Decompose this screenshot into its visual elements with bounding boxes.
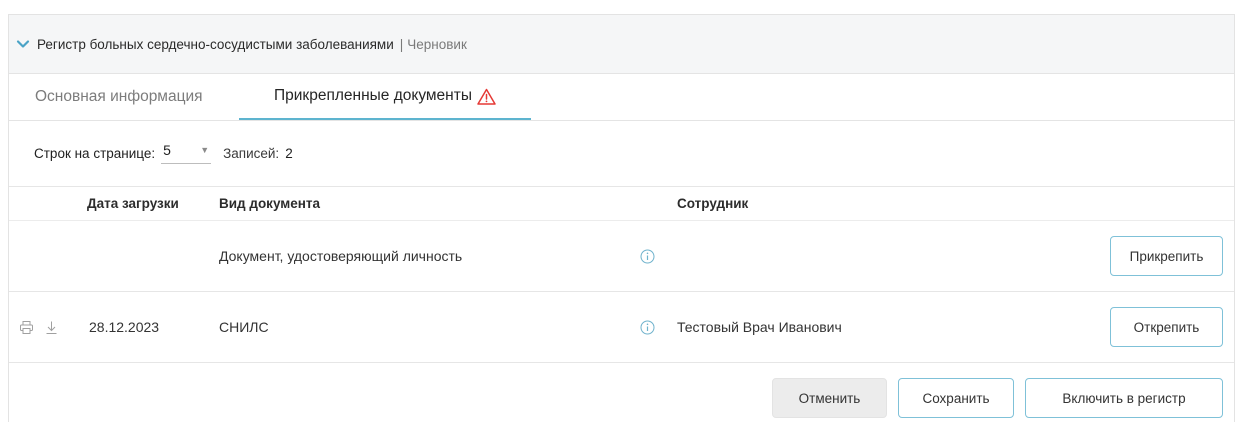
detach-button[interactable]: Открепить: [1110, 307, 1223, 347]
cell-doc-type: Документ, удостоверяющий личность: [219, 248, 463, 264]
attach-button[interactable]: Прикрепить: [1110, 236, 1223, 276]
register-panel: Регистр больных сердечно-сосудистыми заб…: [8, 14, 1235, 422]
dropdown-arrow-icon: ▼: [200, 145, 210, 155]
cell-date: 28.12.2023: [89, 319, 160, 335]
tab-attached-documents[interactable]: Прикрепленные документы: [239, 74, 531, 120]
info-icon[interactable]: [640, 292, 655, 362]
records-label: Записей:: [223, 145, 280, 161]
column-header-employee: Сотрудник: [677, 196, 749, 211]
title-separator: |: [399, 36, 404, 52]
cell-employee: Тестовый Врач Иванович: [677, 319, 842, 335]
tab-main-info[interactable]: Основная информация: [35, 74, 203, 120]
chevron-down-icon[interactable]: [15, 36, 31, 52]
cell-doc-type: СНИЛС: [219, 319, 269, 335]
records-count: 2: [285, 145, 293, 161]
include-in-register-button[interactable]: Включить в регистр: [1025, 378, 1223, 418]
documents-table: Дата загрузки Вид документа Сотрудник До…: [9, 186, 1234, 363]
save-button[interactable]: Сохранить: [898, 378, 1014, 418]
tab-label: Основная информация: [35, 88, 203, 105]
register-title: Регистр больных сердечно-сосудистыми заб…: [37, 36, 394, 52]
register-status: Черновик: [407, 36, 467, 52]
pagination-bar: Строк на странице: 5 ▼ Записей: 2: [34, 120, 293, 186]
warning-icon: [477, 88, 496, 105]
page: Регистр больных сердечно-сосудистыми заб…: [0, 0, 1245, 422]
tabs-bar: Основная информация Прикрепленные докуме…: [9, 74, 1234, 121]
info-icon[interactable]: [640, 221, 655, 291]
tab-label: Прикрепленные документы: [274, 87, 472, 104]
rows-per-page-select[interactable]: 5 ▼: [161, 142, 212, 164]
rows-per-page-value: 5: [163, 142, 171, 158]
column-header-doc-type: Вид документа: [219, 196, 321, 211]
panel-header[interactable]: Регистр больных сердечно-сосудистыми заб…: [9, 15, 1234, 74]
form-actions: Отменить Сохранить Включить в регистр: [9, 362, 1234, 422]
table-header: Дата загрузки Вид документа Сотрудник: [9, 186, 1234, 220]
table-row: 28.12.2023 СНИЛС Тестовый Врач Иванович …: [9, 292, 1234, 363]
cancel-button[interactable]: Отменить: [772, 378, 887, 418]
rows-per-page-label: Строк на странице:: [34, 145, 156, 161]
download-icon[interactable]: [45, 292, 58, 362]
table-row: Документ, удостоверяющий личность Прикре…: [9, 220, 1234, 292]
print-icon[interactable]: [19, 292, 34, 362]
column-header-date: Дата загрузки: [87, 196, 179, 211]
